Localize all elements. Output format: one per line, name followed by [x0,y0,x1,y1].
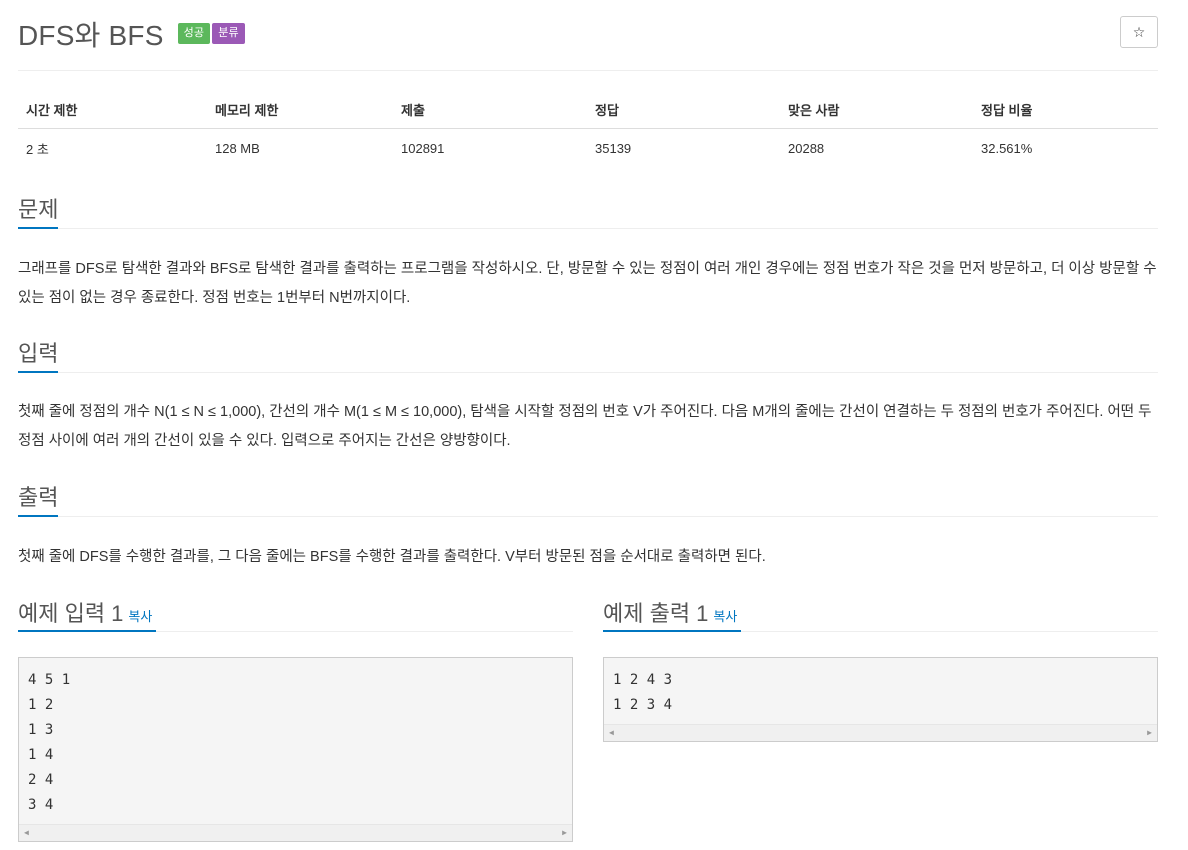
sample-output-title-text: 예제 출력 1 [603,601,709,626]
header-time-limit: 시간 제한 [18,92,207,129]
success-badge[interactable]: 성공 [177,23,211,45]
value-submissions: 102891 [401,141,445,156]
section-title-input: 입력 [18,341,59,366]
favorite-button[interactable]: ☆ [1120,16,1158,48]
scroll-right-icon[interactable]: ▶ [562,828,567,837]
output-description: 첫째 줄에 DFS를 수행한 결과를, 그 다음 줄에는 BFS를 수행한 결과… [18,549,766,565]
section-underline [18,630,156,632]
section-underline [603,630,741,632]
value-time-limit: 2 초 [26,142,49,157]
sample-input-title-text: 예제 입력 1 [18,601,124,626]
horizontal-scrollbar[interactable]: ◀ ▶ [19,824,572,841]
sample-output-title: 예제 출력 1 복사 [603,596,737,628]
header-submissions: 제출 [393,92,587,129]
section-title-output: 출력 [18,485,59,510]
problem-description: 그래프를 DFS로 탐색한 결과와 BFS로 탐색한 결과를 출력하는 프로그램… [18,261,1157,306]
title-row: DFS와 BFS 성공 분류 ☆ [18,0,1158,71]
section-title-problem: 문제 [18,197,59,222]
problem-info-table: 시간 제한 메모리 제한 제출 정답 맞은 사람 정답 비율 2 초 128 M… [18,92,1158,168]
value-ratio: 32.561% [981,141,1033,156]
scroll-left-icon[interactable]: ◀ [609,728,614,737]
sample-output-box[interactable]: 1 2 4 3 1 2 3 4 ◀ ▶ [603,657,1158,742]
copy-sample-input-link[interactable]: 복사 [128,609,152,624]
section-divider [18,228,1158,229]
value-memory-limit: 128 MB [215,141,260,156]
sample-input-title: 예제 입력 1 복사 [18,596,152,628]
section-underline [18,515,58,517]
copy-sample-output-link[interactable]: 복사 [713,609,737,624]
sample-input-content: 4 5 1 1 2 1 3 1 4 2 4 3 4 [28,672,71,813]
scroll-right-icon[interactable]: ▶ [1147,728,1152,737]
section-underline [18,371,58,373]
section-divider [18,372,1158,373]
sample-output-content: 1 2 4 3 1 2 3 4 [613,672,673,713]
header-correct: 정답 [587,92,780,129]
star-icon: ☆ [1132,23,1146,40]
header-solved-users: 맞은 사람 [780,92,973,129]
info-value-row: 2 초 128 MB 102891 35139 20288 32.561% [18,129,1158,169]
value-solved-users: 20288 [788,141,825,156]
section-divider [18,516,1158,517]
header-memory-limit: 메모리 제한 [207,92,393,129]
section-underline [18,227,58,229]
tag-badge[interactable]: 분류 [212,23,245,45]
horizontal-scrollbar[interactable]: ◀ ▶ [604,724,1157,741]
page-title: DFS와 BFS 성공 분류 [18,14,245,54]
problem-title: DFS와 BFS [18,20,164,51]
sample-input-box[interactable]: 4 5 1 1 2 1 3 1 4 2 4 3 4 ◀ ▶ [18,657,573,842]
problem-page: DFS와 BFS 성공 분류 ☆ 시간 제한 메모리 제한 제출 정답 맞은 사람… [18,0,1158,842]
scroll-left-icon[interactable]: ◀ [24,828,29,837]
value-correct: 35139 [595,141,632,156]
header-ratio: 정답 비율 [973,92,1158,129]
input-description: 첫째 줄에 정점의 개수 N(1 ≤ N ≤ 1,000), 간선의 개수 M(… [18,404,1152,449]
info-header-row: 시간 제한 메모리 제한 제출 정답 맞은 사람 정답 비율 [18,92,1158,129]
